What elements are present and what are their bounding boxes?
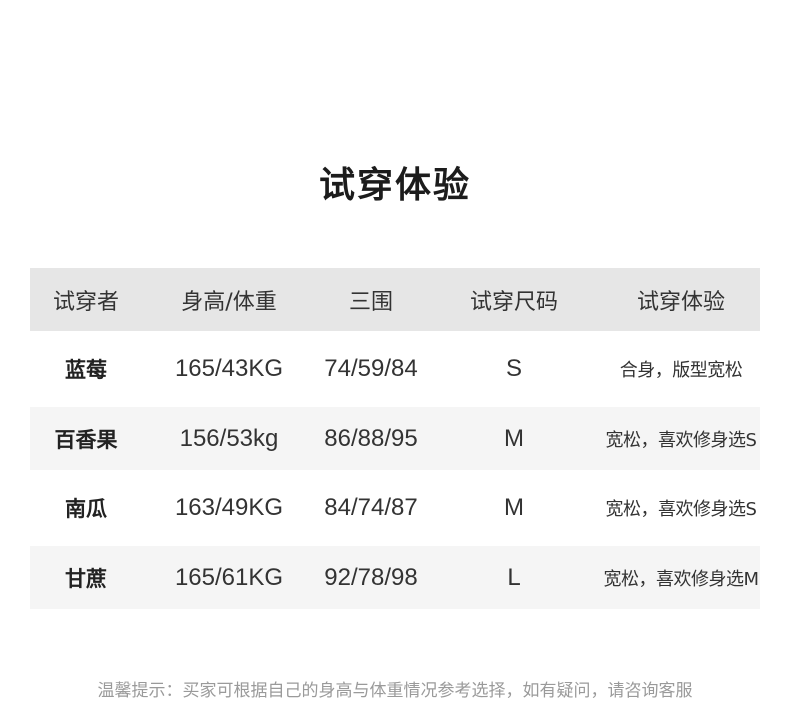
cell-measurements: 86/88/95 — [324, 424, 418, 452]
cell-tester: 蓝莓 — [65, 358, 107, 382]
cell-size: M — [504, 424, 524, 452]
cell-experience: 宽松，喜欢修身选S — [605, 499, 757, 520]
cell-measurements: 84/74/87 — [324, 494, 418, 521]
cell-size: M — [504, 494, 524, 521]
header-experience: 试穿体验 — [636, 289, 725, 315]
table-row: 甘蔗 165/61KG 92/78/98 L 宽松，喜欢修身选M — [30, 546, 760, 609]
cell-tester: 甘蔗 — [65, 566, 107, 591]
cell-height-weight: 165/61KG — [174, 563, 284, 591]
header-measurements: 三围 — [348, 289, 393, 315]
cell-experience: 合身，版型宽松 — [619, 360, 743, 381]
cell-height-weight: 165/43KG — [174, 355, 284, 382]
cell-experience: 宽松，喜欢修身选S — [605, 429, 757, 451]
header-tester: 试穿者 — [52, 289, 119, 315]
footnote-tip: 温馨提示：买家可根据自己的身高与体重情况参考选择，如有疑问，请咨询客服 — [97, 681, 693, 701]
table-row: 南瓜 163/49KG 84/74/87 M 宽松，喜欢修身选S — [30, 470, 760, 546]
cell-measurements: 92/78/98 — [324, 563, 418, 591]
header-size: 试穿尺码 — [469, 289, 558, 315]
header-height-weight: 身高/体重 — [181, 289, 277, 315]
table-row: 百香果 156/53kg 86/88/95 M 宽松，喜欢修身选S — [30, 407, 760, 470]
cell-experience: 宽松，喜欢修身选M — [603, 568, 759, 590]
table-header-row: 试穿者 身高/体重 三围 试穿尺码 试穿体验 — [30, 268, 760, 331]
cell-size: L — [507, 563, 521, 591]
cell-tester: 南瓜 — [65, 497, 107, 521]
cell-size: S — [505, 355, 522, 382]
table-row: 蓝莓 165/43KG 74/59/84 S 合身，版型宽松 — [30, 331, 760, 407]
cell-height-weight: 163/49KG — [174, 494, 284, 521]
fitting-table: 试穿者 身高/体重 三围 试穿尺码 试穿体验 蓝莓 165/43KG 74/59… — [30, 268, 760, 609]
cell-tester: 百香果 — [54, 427, 118, 452]
cell-height-weight: 156/53kg — [179, 424, 279, 452]
page-title: 试穿体验 — [318, 165, 471, 206]
cell-measurements: 74/59/84 — [324, 355, 418, 382]
